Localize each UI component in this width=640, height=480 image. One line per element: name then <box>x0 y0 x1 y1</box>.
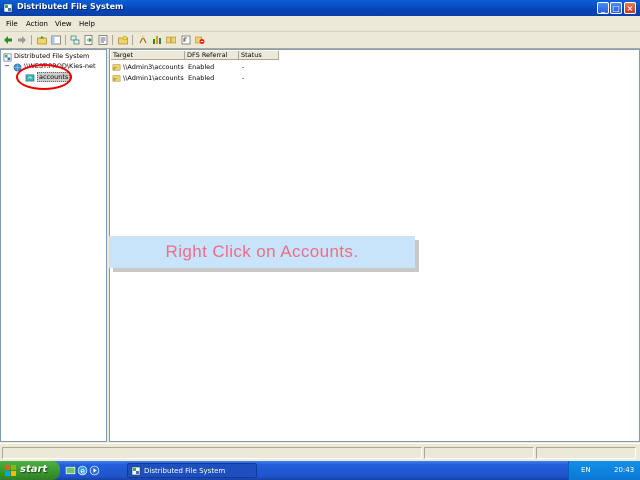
tree-root-label: Distributed File System <box>14 52 90 60</box>
taskbar: start e Distributed File System EN 20:43 <box>0 461 640 480</box>
windows-flag-icon <box>5 465 16 476</box>
collapse-toggle-icon[interactable]: − <box>4 62 10 70</box>
system-tray: EN 20:43 <box>568 461 640 480</box>
share-folder-icon <box>112 64 121 71</box>
forward-arrow-icon[interactable] <box>17 35 27 45</box>
taskbar-item-dfs[interactable]: Distributed File System <box>127 463 257 478</box>
table-row[interactable]: \\Admin3\accounts Enabled - <box>111 62 311 72</box>
table-row[interactable]: \\Admin1\accounts Enabled - <box>111 73 311 83</box>
minimize-button[interactable]: _ <box>597 2 609 14</box>
status-segment <box>536 447 636 459</box>
up-folder-icon[interactable] <box>37 35 47 45</box>
language-indicator[interactable]: EN <box>581 466 591 474</box>
check-status-icon[interactable] <box>181 35 191 45</box>
dfs-task-icon <box>131 466 141 476</box>
close-button[interactable]: × <box>624 2 636 14</box>
toolbar-separator <box>132 35 133 45</box>
show-desktop-icon[interactable] <box>65 465 76 476</box>
row-referral: Enabled <box>188 74 215 82</box>
status-segment <box>424 447 534 459</box>
toolbar-separator <box>112 35 113 45</box>
status-chart-icon[interactable] <box>152 35 162 45</box>
new-root-icon[interactable] <box>118 35 128 45</box>
column-header-target[interactable]: Target <box>111 51 185 60</box>
row-status: - <box>242 74 245 82</box>
maximize-button[interactable]: □ <box>610 2 622 14</box>
media-player-icon[interactable] <box>89 465 100 476</box>
svg-text:e: e <box>80 466 85 475</box>
row-target: \\Admin1\accounts <box>123 74 184 82</box>
row-target: \\Admin3\accounts <box>123 63 184 71</box>
start-label: start <box>20 464 48 475</box>
status-bar <box>0 443 640 462</box>
start-button[interactable]: start <box>0 461 60 480</box>
replicate-icon[interactable] <box>166 35 176 45</box>
instruction-text: Right Click on Accounts. <box>165 242 359 261</box>
new-link-icon[interactable] <box>138 35 148 45</box>
row-referral: Enabled <box>188 63 215 71</box>
toolbar <box>0 32 640 49</box>
share-folder-icon <box>112 75 121 82</box>
toolbar-separator <box>65 35 66 45</box>
connect-icon[interactable] <box>70 35 80 45</box>
tree-pane[interactable]: Distributed File System − \\WEST.PROD\Ki… <box>0 49 107 442</box>
export-list-icon[interactable] <box>84 35 94 45</box>
menu-bar: File Action View Help <box>0 16 640 32</box>
menu-action[interactable]: Action <box>26 20 48 28</box>
back-arrow-icon[interactable] <box>3 35 13 45</box>
menu-view[interactable]: View <box>55 20 72 28</box>
row-status: - <box>242 63 245 71</box>
title-bar: Distributed File System _ □ × <box>0 0 640 16</box>
tree-root-node[interactable]: Distributed File System <box>3 52 107 62</box>
remove-icon[interactable] <box>195 35 205 45</box>
status-segment-main <box>2 447 422 459</box>
dfs-app-icon <box>3 3 13 13</box>
window-title: Distributed File System <box>17 2 124 11</box>
taskbar-item-label: Distributed File System <box>144 467 226 475</box>
highlight-ring <box>16 64 72 90</box>
internet-explorer-icon[interactable]: e <box>77 465 88 476</box>
menu-file[interactable]: File <box>6 20 18 28</box>
clock[interactable]: 20:43 <box>614 466 634 474</box>
column-header-dfs-referral[interactable]: DFS Referral <box>185 51 239 60</box>
menu-help[interactable]: Help <box>79 20 95 28</box>
instruction-callout: Right Click on Accounts. <box>109 236 415 268</box>
toolbar-separator <box>31 35 32 45</box>
column-header-status[interactable]: Status <box>239 51 279 60</box>
dfs-root-icon <box>3 53 12 62</box>
show-hide-tree-icon[interactable] <box>51 35 61 45</box>
properties-icon[interactable] <box>98 35 108 45</box>
